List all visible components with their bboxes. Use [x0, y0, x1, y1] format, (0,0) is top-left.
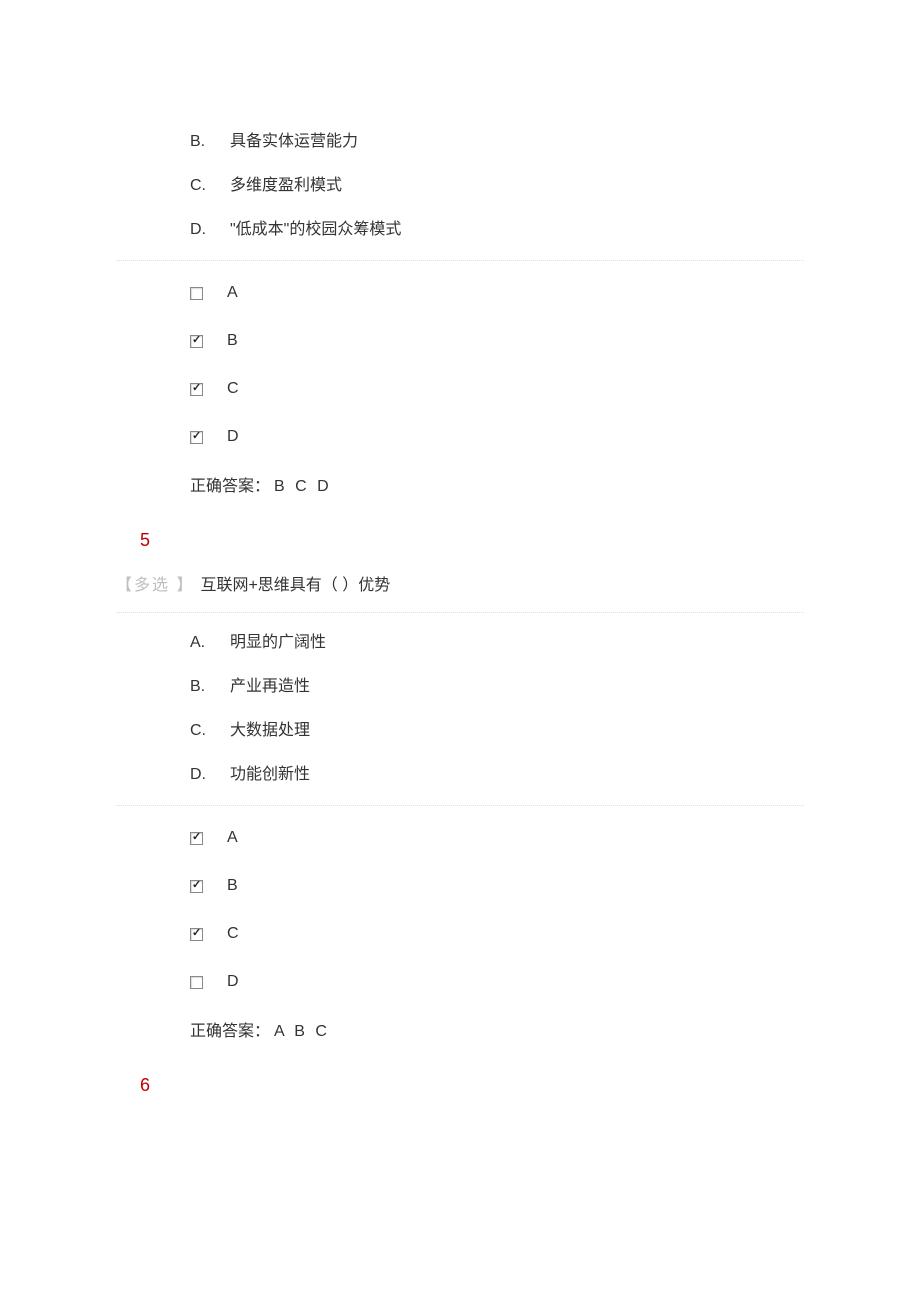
option-letter: C. — [190, 174, 230, 198]
answer-row: C — [0, 910, 920, 958]
option-row: A. 明显的广阔性 — [0, 621, 920, 665]
answer-letter: C — [227, 922, 239, 946]
correct-answer-value: B C D — [274, 475, 332, 499]
checkbox-unchecked-icon[interactable] — [190, 287, 203, 300]
answer-letter: B — [227, 874, 238, 898]
option-letter: C. — [190, 719, 230, 743]
option-row: B. 具备实体运营能力 — [0, 120, 920, 164]
option-row: C. 大数据处理 — [0, 709, 920, 753]
option-letter: B. — [190, 130, 230, 154]
answer-letter: A — [227, 281, 238, 305]
answer-row: A — [0, 814, 920, 862]
option-letter: D. — [190, 218, 230, 242]
checkbox-checked-icon[interactable] — [190, 928, 203, 941]
option-text: 具备实体运营能力 — [230, 130, 358, 154]
answer-row: B — [0, 862, 920, 910]
correct-answer-label: 正确答案： — [190, 475, 270, 499]
correct-answer: 正确答案： B C D — [0, 461, 920, 513]
correct-answer: 正确答案： A B C — [0, 1006, 920, 1058]
option-letter: A. — [190, 631, 230, 655]
option-text: "低成本"的校园众筹模式 — [230, 218, 401, 242]
question-number: 6 — [0, 1058, 920, 1113]
answer-row: D — [0, 413, 920, 461]
checkbox-checked-icon[interactable] — [190, 335, 203, 348]
question-number: 5 — [0, 513, 920, 568]
option-text: 功能创新性 — [230, 763, 310, 787]
option-row: C. 多维度盈利模式 — [0, 164, 920, 208]
question-stem: 【多选 】 互联网+思维具有（ ）优势 — [0, 568, 920, 604]
answer-letter: D — [227, 970, 239, 994]
answer-letter: A — [227, 826, 238, 850]
divider — [116, 805, 804, 806]
answer-row: B — [0, 317, 920, 365]
question-stem-text: 互联网+思维具有（ ）优势 — [200, 574, 390, 598]
checkbox-checked-icon[interactable] — [190, 880, 203, 893]
question-type-label: 【多选 】 — [116, 574, 194, 598]
answer-row: D — [0, 958, 920, 1006]
option-text: 多维度盈利模式 — [230, 174, 342, 198]
page: B. 具备实体运营能力 C. 多维度盈利模式 D. "低成本"的校园众筹模式 A… — [0, 0, 920, 1302]
option-text: 明显的广阔性 — [230, 631, 326, 655]
option-row: B. 产业再造性 — [0, 665, 920, 709]
checkbox-checked-icon[interactable] — [190, 383, 203, 396]
option-letter: D. — [190, 763, 230, 787]
checkbox-checked-icon[interactable] — [190, 431, 203, 444]
answer-letter: B — [227, 329, 238, 353]
answer-row: C — [0, 365, 920, 413]
checkbox-unchecked-icon[interactable] — [190, 976, 203, 989]
answer-row: A — [0, 269, 920, 317]
answer-letter: C — [227, 377, 239, 401]
option-row: D. "低成本"的校园众筹模式 — [0, 208, 920, 252]
divider — [116, 260, 804, 261]
divider — [116, 612, 804, 613]
checkbox-checked-icon[interactable] — [190, 832, 203, 845]
option-text: 大数据处理 — [230, 719, 310, 743]
correct-answer-value: A B C — [274, 1020, 330, 1044]
option-letter: B. — [190, 675, 230, 699]
answer-letter: D — [227, 425, 239, 449]
option-row: D. 功能创新性 — [0, 753, 920, 797]
option-text: 产业再造性 — [230, 675, 310, 699]
correct-answer-label: 正确答案： — [190, 1020, 270, 1044]
